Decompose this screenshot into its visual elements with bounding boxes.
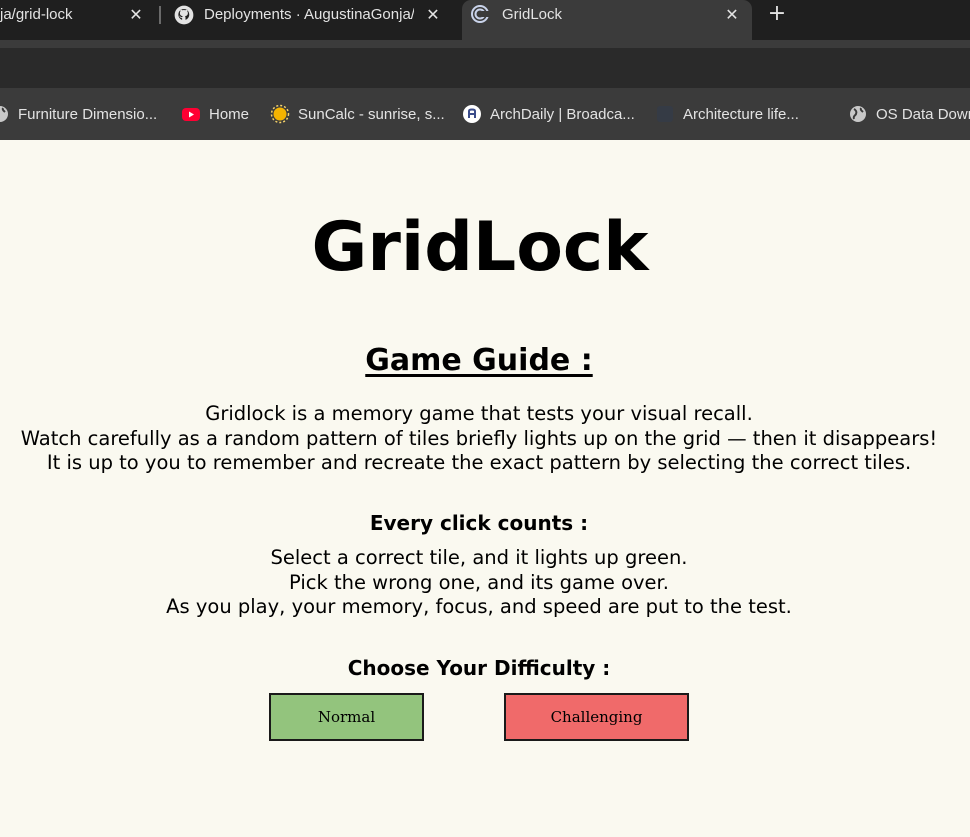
globe-icon bbox=[850, 106, 866, 122]
bookmark-home[interactable]: Home bbox=[181, 102, 249, 126]
sun-icon bbox=[270, 104, 290, 124]
bookmark-suncalc[interactable]: SunCalc - sunrise, s... bbox=[270, 102, 445, 126]
bookmark-label: Home bbox=[209, 105, 250, 123]
browser-toolbar bbox=[0, 40, 970, 88]
intro-line: Gridlock is a memory game that tests you… bbox=[205, 402, 753, 425]
tab-close-icon[interactable]: ✕ bbox=[722, 6, 742, 26]
page-title: GridLock bbox=[311, 208, 649, 287]
tab-title: GridLock bbox=[502, 6, 563, 23]
bookmark-label: ArchDaily | Broadca... bbox=[490, 105, 635, 123]
browser-tabstrip: ja/grid-lock ✕ Deployments · AugustinaGo… bbox=[0, 0, 970, 40]
choose-difficulty-heading: Choose Your Difficulty : bbox=[347, 656, 611, 680]
tab-title: Deployments · AugustinaGonja/ bbox=[204, 6, 414, 23]
tab-deployments[interactable]: Deployments · AugustinaGonja/ ✕ bbox=[162, 0, 460, 40]
rule-line: As you play, your memory, focus, and spe… bbox=[166, 595, 792, 618]
bookmark-label: SunCalc - sunrise, s... bbox=[298, 105, 445, 123]
game-rules: Select a correct tile, and it lights up … bbox=[0, 546, 958, 620]
challenging-difficulty-button[interactable]: Challenging bbox=[504, 693, 689, 741]
intro-line: Watch carefully as a random pattern of t… bbox=[20, 426, 938, 450]
bookmark-os-data[interactable]: OS Data Down bbox=[848, 102, 970, 126]
game-guide-heading: Game Guide : bbox=[0, 342, 958, 380]
gridlock-icon bbox=[471, 5, 490, 23]
new-tab-button[interactable]: + bbox=[764, 2, 790, 28]
bookmark-furniture-dimensions[interactable]: Furniture Dimensio... bbox=[0, 102, 157, 126]
normal-difficulty-button[interactable]: Normal bbox=[269, 693, 424, 741]
archdaily-icon bbox=[463, 105, 481, 123]
tab-close-icon[interactable]: ✕ bbox=[423, 6, 443, 26]
github-icon bbox=[174, 5, 194, 25]
rule-line: Select a correct tile, and it lights up … bbox=[270, 546, 688, 569]
globe-icon bbox=[0, 106, 8, 122]
tab-grid-lock-repo[interactable]: ja/grid-lock ✕ bbox=[0, 0, 160, 40]
gridlock-page: GridLock Game Guide : Gridlock is a memo… bbox=[0, 140, 970, 837]
every-click-counts-heading: Every click counts : bbox=[369, 511, 589, 535]
tab-close-icon[interactable]: ✕ bbox=[126, 6, 146, 26]
game-guide-heading-text: Game Guide : bbox=[365, 343, 593, 378]
bookmark-label: OS Data Down bbox=[876, 105, 970, 123]
intro-line: It is up to you to remember and recreate… bbox=[46, 451, 912, 474]
rule-line: Pick the wrong one, and its game over. bbox=[289, 570, 669, 594]
dark-site-icon bbox=[657, 106, 673, 122]
tab-title: ja/grid-lock bbox=[0, 6, 73, 23]
bookmark-archdaily[interactable]: ArchDaily | Broadca... bbox=[462, 102, 635, 126]
tab-separator bbox=[159, 6, 161, 24]
bookmark-label: Furniture Dimensio... bbox=[18, 105, 158, 123]
youtube-icon bbox=[182, 108, 200, 121]
bookmarks-bar: Furniture Dimensio... Home SunCalc - sun… bbox=[0, 88, 970, 140]
bookmark-architecture-life[interactable]: Architecture life... bbox=[655, 102, 799, 126]
bookmark-label: Architecture life... bbox=[683, 105, 799, 123]
tab-gridlock-active[interactable]: GridLock ✕ bbox=[462, 0, 752, 40]
game-intro: Gridlock is a memory game that tests you… bbox=[0, 402, 958, 476]
